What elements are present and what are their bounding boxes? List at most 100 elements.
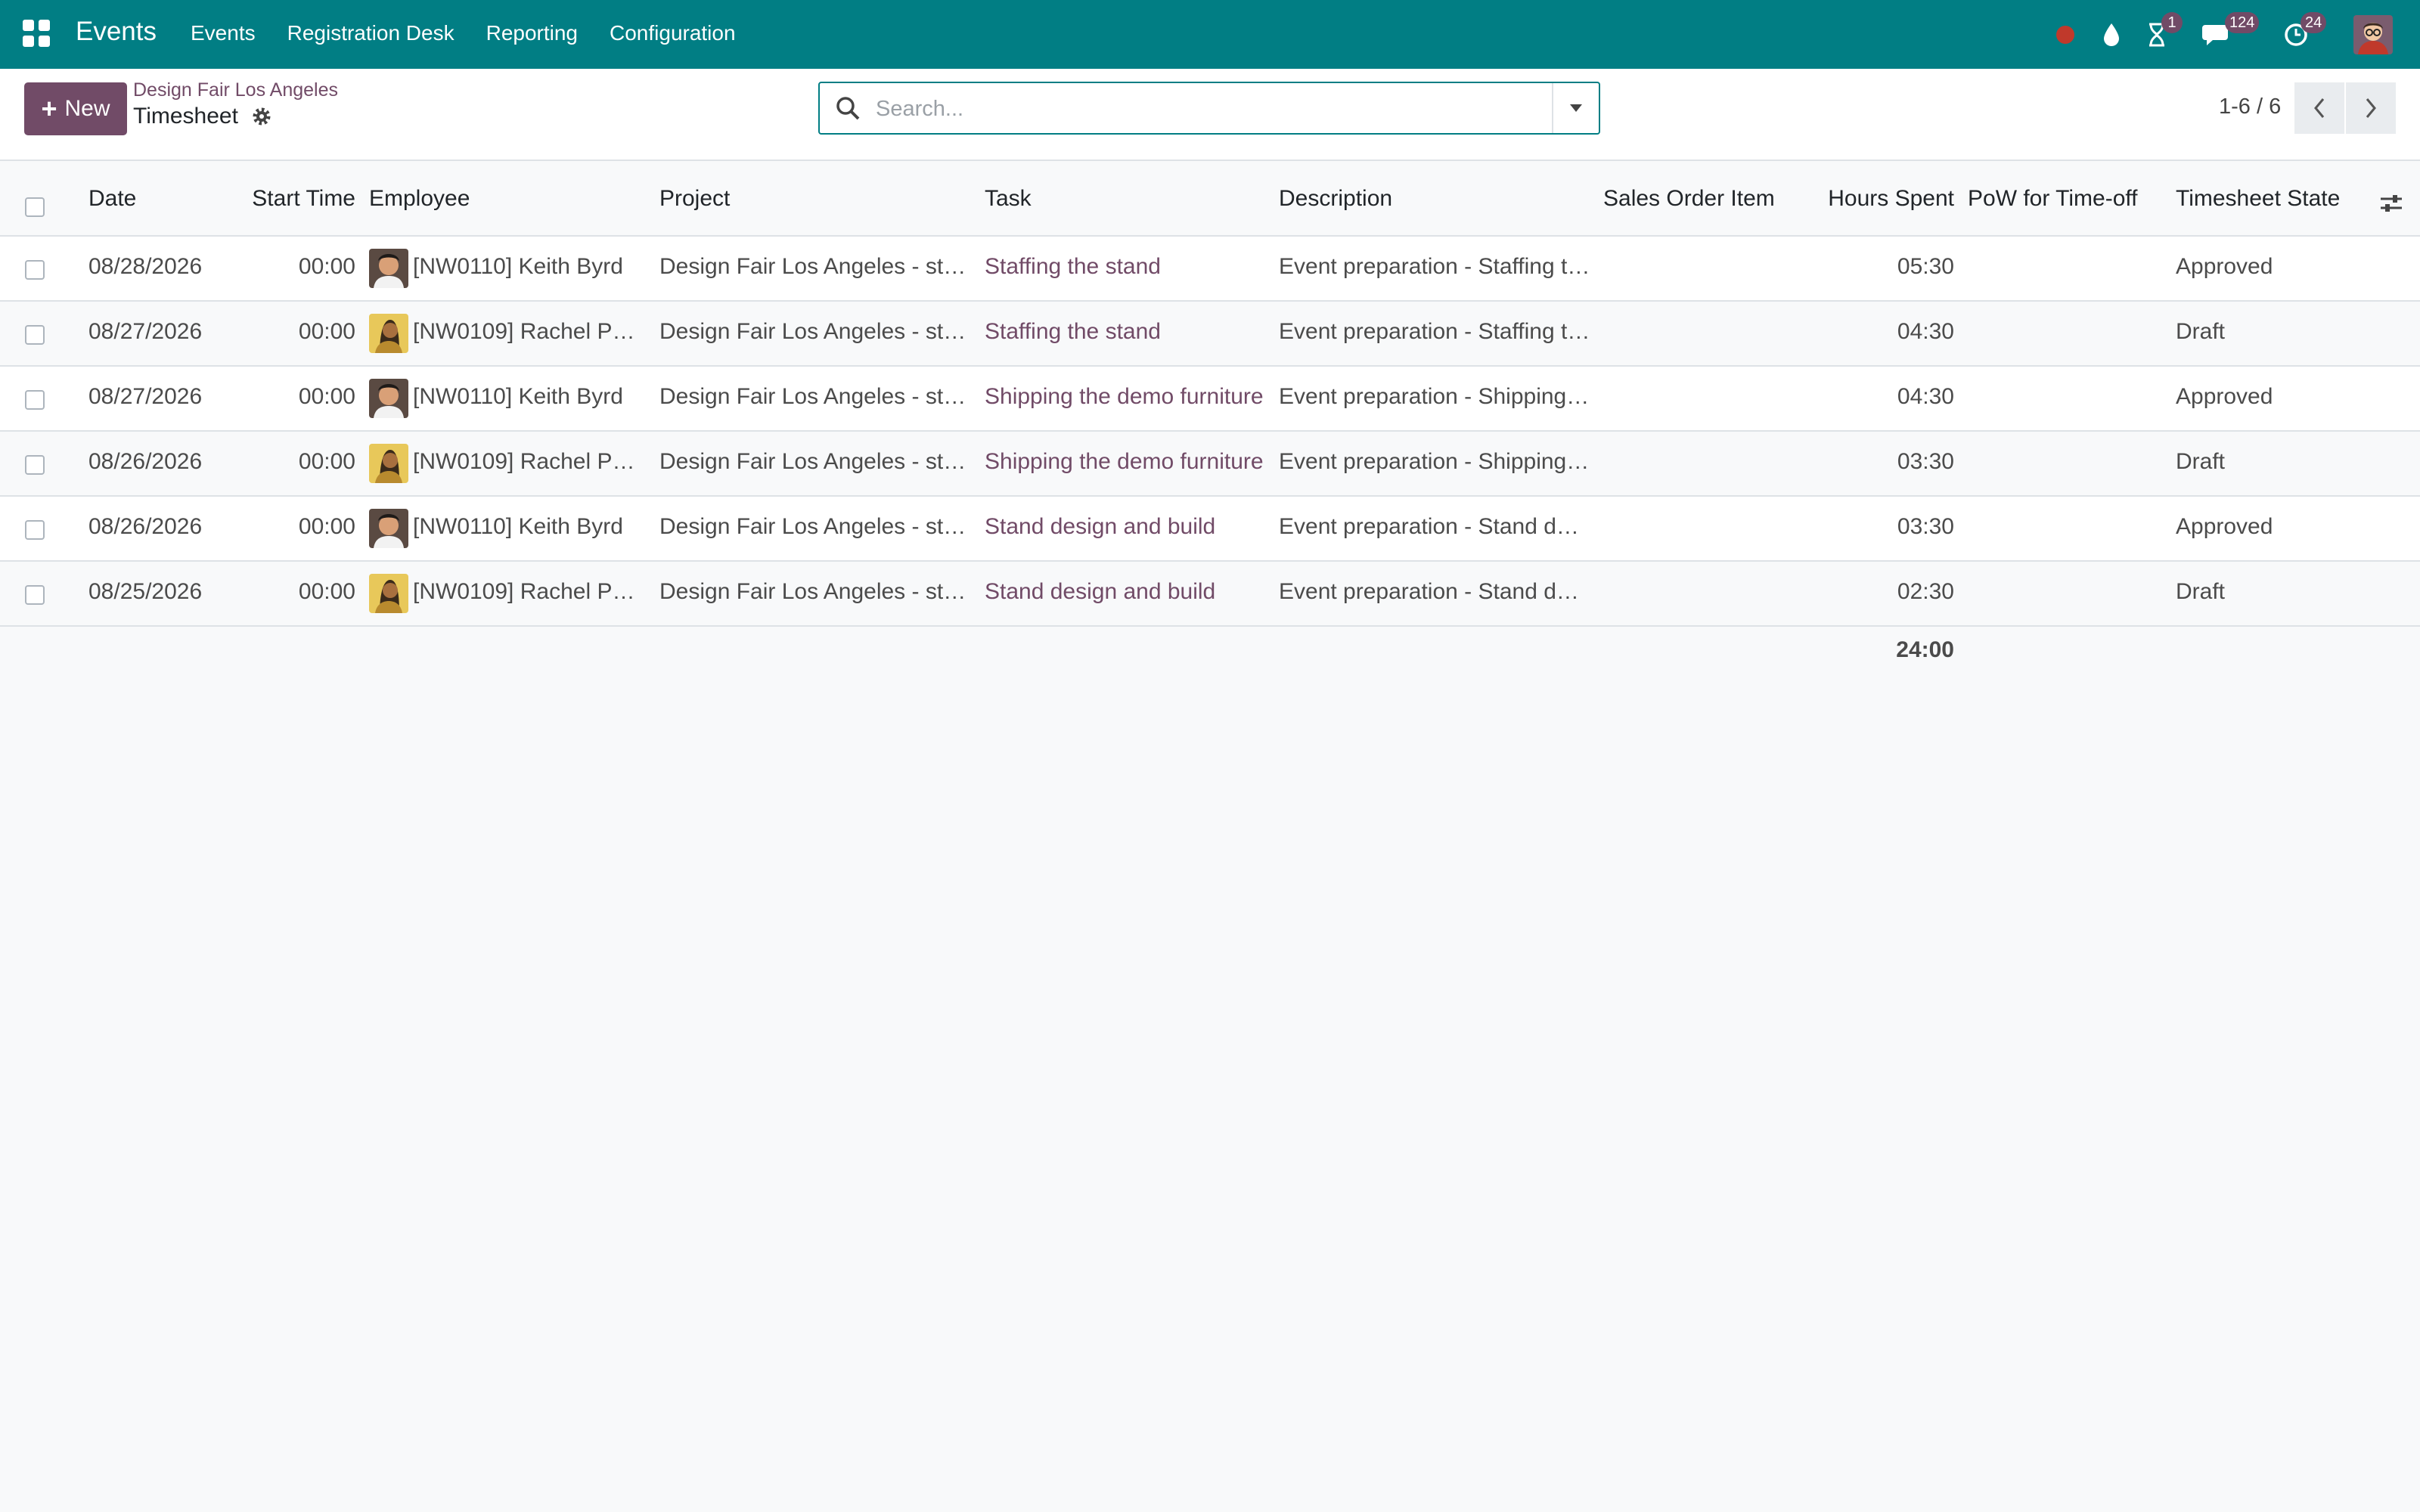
activity-badge: 1 — [2161, 12, 2183, 33]
cell-description: Event preparation - Staffing t… — [1279, 319, 1590, 344]
chat-icon[interactable]: 124 — [2201, 0, 2260, 69]
cell-date: 08/27/2026 — [88, 319, 203, 344]
cell-timesheet-state: Approved — [2176, 254, 2273, 279]
user-avatar[interactable] — [2352, 0, 2394, 69]
cell-project: Design Fair Los Angeles - sta… — [659, 449, 973, 474]
clock-reminder-icon[interactable]: 24 — [2281, 0, 2327, 69]
column-header-timesheet-state[interactable]: Timesheet State — [2176, 185, 2365, 212]
cell-date: 08/28/2026 — [88, 254, 203, 279]
cell-timesheet-state: Approved — [2176, 514, 2273, 539]
cell-task[interactable]: Staffing the stand — [985, 318, 1272, 345]
select-all-checkbox[interactable] — [25, 197, 45, 217]
cell-hours-spent: 04:30 — [1897, 319, 1954, 344]
cell-hours-spent: 03:30 — [1897, 514, 1954, 539]
new-button-label: New — [64, 96, 110, 121]
cell-start-time: 00:00 — [298, 384, 355, 409]
control-panel: + New Design Fair Los Angeles Timesheet … — [0, 69, 2420, 161]
cell-project: Design Fair Los Angeles - sta… — [659, 254, 973, 279]
cell-description: Event preparation - Shipping t… — [1279, 384, 1590, 409]
column-header-start-time[interactable]: Start Time — [227, 185, 355, 212]
column-header-hours-spent[interactable]: Hours Spent — [1815, 185, 1954, 212]
row-checkbox[interactable] — [25, 390, 45, 410]
cell-hours-spent: 03:30 — [1897, 449, 1954, 474]
search-bar — [818, 82, 1600, 135]
messages-badge: 124 — [2225, 12, 2260, 33]
row-checkbox[interactable] — [25, 325, 45, 345]
column-header-task[interactable]: Task — [985, 185, 1272, 212]
menu-item-configuration[interactable]: Configuration — [610, 21, 736, 45]
cell-description: Event preparation - Stand des… — [1279, 579, 1590, 604]
main-menu: Events Registration Desk Reporting Confi… — [191, 21, 736, 45]
cell-project: Design Fair Los Angeles - sta… — [659, 384, 973, 409]
pager-next-button[interactable] — [2346, 82, 2396, 134]
app-grid-icon[interactable] — [23, 20, 50, 47]
column-header-description[interactable]: Description — [1279, 185, 1581, 212]
table-row[interactable]: 08/26/2026 00:00 [NW0110] Keith Byrd Design… — [0, 497, 2420, 562]
top-navbar: Events Events Registration Desk Reportin… — [0, 0, 2420, 69]
cell-timesheet-state: Draft — [2176, 579, 2226, 604]
cell-start-time: 00:00 — [298, 579, 355, 604]
row-checkbox[interactable] — [25, 520, 45, 540]
search-options-toggle[interactable] — [1552, 83, 1599, 133]
row-checkbox[interactable] — [25, 585, 45, 605]
column-header-employee[interactable]: Employee — [369, 185, 641, 212]
new-button[interactable]: + New — [24, 82, 127, 135]
cell-start-time: 00:00 — [298, 319, 355, 344]
row-checkbox[interactable] — [25, 455, 45, 475]
employee-avatar — [369, 574, 408, 613]
caret-down-icon — [1570, 104, 1582, 112]
cell-task[interactable]: Shipping the demo furniture — [985, 383, 1272, 411]
plus-icon: + — [41, 93, 57, 124]
cell-project: Design Fair Los Angeles - sta… — [659, 514, 973, 539]
pager-value[interactable]: 1-6 / 6 — [2219, 94, 2281, 119]
cell-task[interactable]: Staffing the stand — [985, 253, 1272, 280]
cell-start-time: 00:00 — [298, 514, 355, 539]
cell-project: Design Fair Los Angeles - sta… — [659, 319, 973, 344]
cell-timesheet-state: Approved — [2176, 384, 2273, 409]
column-header-date[interactable]: Date — [88, 185, 240, 212]
menu-item-registration-desk[interactable]: Registration Desk — [287, 21, 455, 45]
menu-item-events[interactable]: Events — [191, 21, 256, 45]
row-checkbox[interactable] — [25, 260, 45, 280]
table-row[interactable]: 08/27/2026 00:00 [NW0110] Keith Byrd Design… — [0, 367, 2420, 432]
table-row[interactable]: 08/26/2026 00:00 [NW0109] Rachel Perry Desi… — [0, 432, 2420, 497]
column-header-project[interactable]: Project — [659, 185, 962, 212]
total-hours-spent: 24:00 — [1896, 637, 1954, 662]
page-title: Timesheet — [133, 104, 238, 129]
cell-employee: [NW0110] Keith Byrd — [413, 384, 623, 409]
search-input[interactable] — [874, 91, 1558, 127]
drop-icon[interactable] — [2096, 0, 2127, 69]
cell-task[interactable]: Stand design and build — [985, 513, 1272, 541]
optional-columns-sliders-icon[interactable] — [2379, 191, 2403, 215]
cell-task[interactable]: Stand design and build — [985, 578, 1272, 606]
employee-avatar — [369, 509, 408, 548]
cell-task[interactable]: Shipping the demo furniture — [985, 448, 1272, 476]
activity-hourglass-icon[interactable]: 1 — [2142, 0, 2183, 69]
cell-timesheet-state: Draft — [2176, 449, 2226, 474]
chevron-left-icon — [2314, 98, 2325, 118]
cell-hours-spent: 04:30 — [1897, 384, 1954, 409]
cell-start-time: 00:00 — [298, 254, 355, 279]
cell-employee: [NW0109] Rachel Perry — [413, 319, 647, 344]
gear-icon[interactable] — [251, 106, 274, 129]
cell-employee: [NW0110] Keith Byrd — [413, 254, 623, 279]
cell-start-time: 00:00 — [298, 449, 355, 474]
column-header-sales-order-item[interactable]: Sales Order Item — [1603, 185, 1823, 212]
record-icon[interactable] — [2054, 0, 2077, 69]
search-icon — [836, 97, 860, 120]
column-header-pow-time-off[interactable]: PoW for Time-off — [1968, 185, 2164, 212]
table-row[interactable]: 08/25/2026 00:00 [NW0109] Rachel Perry Desi… — [0, 562, 2420, 627]
table-row[interactable]: 08/27/2026 00:00 [NW0109] Rachel Perry Desi… — [0, 302, 2420, 367]
app-brand[interactable]: Events — [76, 17, 157, 47]
employee-avatar — [369, 444, 408, 483]
menu-item-reporting[interactable]: Reporting — [486, 21, 578, 45]
table-header: Date Start Time Employee Project Task De… — [0, 161, 2420, 237]
cell-description: Event preparation - Shipping t… — [1279, 449, 1590, 474]
table-row[interactable]: 08/28/2026 00:00 [NW0110] Keith Byrd Design… — [0, 237, 2420, 302]
chevron-right-icon — [2366, 98, 2376, 118]
cell-employee: [NW0109] Rachel Perry — [413, 579, 647, 604]
cell-timesheet-state: Draft — [2176, 319, 2226, 344]
cell-date: 08/25/2026 — [88, 579, 203, 604]
pager-previous-button[interactable] — [2294, 82, 2344, 134]
breadcrumb-parent[interactable]: Design Fair Los Angeles — [133, 79, 338, 101]
